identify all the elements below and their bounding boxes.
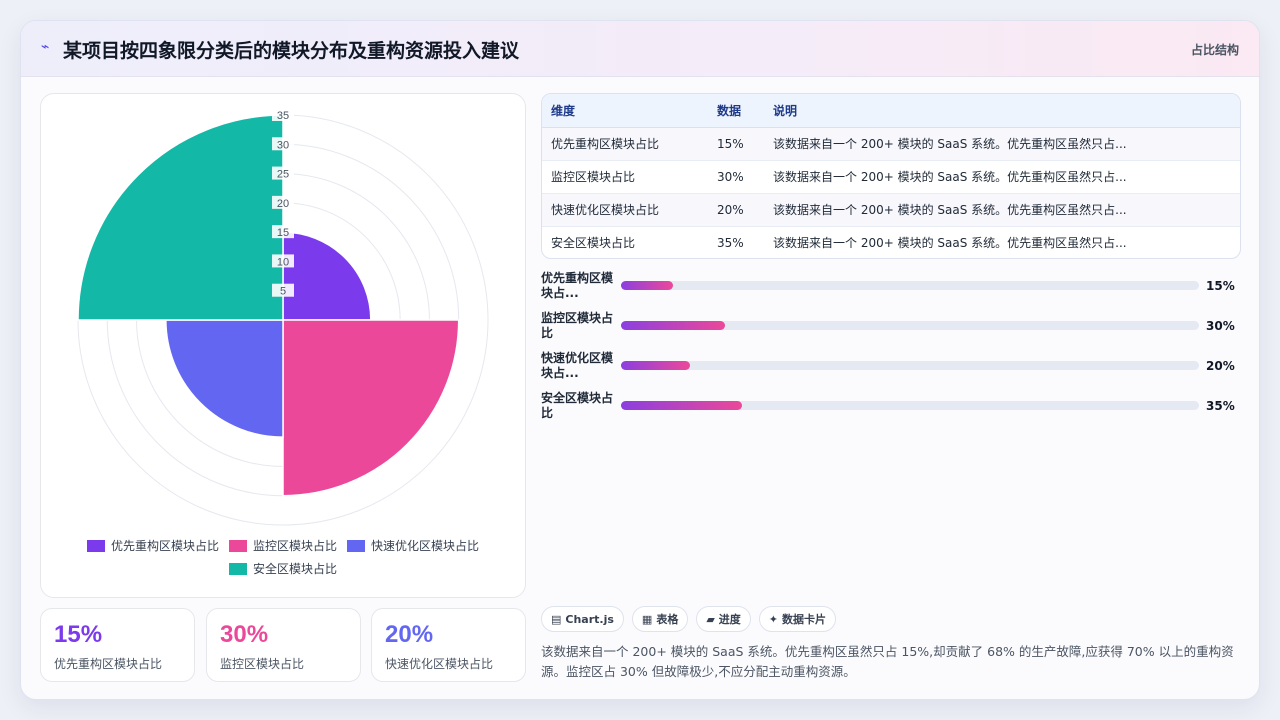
legend-swatch bbox=[228, 562, 247, 575]
tick-label: 30 bbox=[277, 139, 289, 151]
stat-card: 20% 快速优化区模块占比 bbox=[371, 608, 526, 682]
polar-sector bbox=[282, 319, 460, 497]
stat-value: 30% bbox=[220, 621, 269, 648]
table-cell: 20% bbox=[708, 193, 764, 227]
progress-track bbox=[621, 281, 1199, 290]
progress-row: 优先重构区模块占... 15% bbox=[541, 269, 1241, 309]
table-row: 快速优化区模块占比 20% 该数据来自一个 200+ 模块的 SaaS 系统。优… bbox=[542, 193, 1240, 227]
progress-row: 监控区模块占比 30% bbox=[541, 309, 1241, 349]
column-header: 维度 bbox=[542, 94, 708, 128]
table-cell: 该数据来自一个 200+ 模块的 SaaS 系统。优先重构区虽然只占... bbox=[773, 236, 1127, 251]
table-cell: 15% bbox=[708, 127, 764, 161]
progress-percent: 35% bbox=[1206, 399, 1235, 413]
table-cell: 优先重构区模块占比 bbox=[542, 127, 708, 161]
progress-label: 快速优化区模块占... bbox=[541, 351, 614, 380]
chip-data-cards[interactable]: ✦ 数据卡片 bbox=[758, 606, 837, 632]
chip-label: 进度 bbox=[718, 613, 741, 626]
progress-track bbox=[621, 401, 1199, 410]
table-cell: 该数据来自一个 200+ 模块的 SaaS 系统。优先重构区虽然只占... bbox=[764, 127, 1240, 161]
header: ⌁ 某项目按四象限分类后的模块分布及重构资源投入建议 占比结构 bbox=[21, 21, 1259, 77]
legend-item[interactable]: 优先重构区模块占比 bbox=[86, 537, 219, 554]
polar-sector bbox=[282, 231, 372, 321]
legend-label: 快速优化区模块占比 bbox=[371, 539, 480, 553]
stat-label: 快速优化区模块占比 bbox=[385, 657, 494, 671]
progress-percent: 30% bbox=[1206, 319, 1235, 333]
chart-icon: ▤ bbox=[551, 612, 562, 626]
polar-chart-panel: 5 10 15 20 25 30 35 优先重构区模块占比 监控区模块占比 快速优化区模块占… bbox=[40, 93, 526, 598]
progress-fill bbox=[621, 401, 743, 410]
polar-sector bbox=[77, 114, 284, 321]
tick-label: 25 bbox=[277, 169, 289, 181]
legend-swatch bbox=[86, 539, 105, 552]
progress-icon: ▰ bbox=[706, 612, 715, 626]
legend-label: 优先重构区模块占比 bbox=[110, 539, 219, 553]
stat-value: 20% bbox=[385, 621, 434, 648]
progress-percent: 20% bbox=[1206, 359, 1235, 373]
tick-label: 15 bbox=[277, 227, 289, 239]
table-row: 安全区模块占比 35% 该数据来自一个 200+ 模块的 SaaS 系统。优先重… bbox=[542, 226, 1240, 258]
progress-label: 安全区模块占比 bbox=[541, 391, 614, 420]
progress-percent: 15% bbox=[1206, 279, 1235, 293]
stat-value: 15% bbox=[54, 621, 103, 648]
progress-label: 优先重构区模块占... bbox=[541, 271, 614, 300]
progress-list: 优先重构区模块占... 15% 监控区模块占比 30% 快速优化区模块占... … bbox=[541, 269, 1241, 429]
chip-label: 表格 bbox=[656, 613, 679, 626]
table-cell: 监控区模块占比 bbox=[542, 160, 708, 194]
tick-label: 5 bbox=[280, 286, 286, 298]
polar-sector bbox=[165, 319, 284, 438]
tick-label: 20 bbox=[277, 198, 289, 210]
legend-swatch bbox=[228, 539, 247, 552]
summary-text: 该数据来自一个 200+ 模块的 SaaS 系统。优先重构区虽然只占 15%,却… bbox=[541, 644, 1234, 679]
tick-label: 35 bbox=[277, 110, 289, 122]
table-cell: 该数据来自一个 200+ 模块的 SaaS 系统。优先重构区虽然只占... bbox=[764, 193, 1240, 227]
dashboard-card: ⌁ 某项目按四象限分类后的模块分布及重构资源投入建议 占比结构 5 10 15 20 2… bbox=[20, 20, 1260, 700]
column-header: 说明 bbox=[764, 94, 1240, 128]
progress-track bbox=[621, 361, 1199, 370]
stat-label: 监控区模块占比 bbox=[220, 657, 305, 671]
view-chips: ▤ Chart.js ▦ 表格 ▰ 进度 ✦ 数据卡片 bbox=[541, 606, 837, 632]
data-table: 维度 数据 说明 优先重构区模块占比 15% 该数据来自一个 200+ 模块的 … bbox=[541, 93, 1241, 259]
table-row: 监控区模块占比 30% 该数据来自一个 200+ 模块的 SaaS 系统。优先重… bbox=[542, 160, 1240, 194]
stat-card: 30% 监控区模块占比 bbox=[206, 608, 361, 682]
chart-legend: 优先重构区模块占比 监控区模块占比 快速优化区模块占比 安全区模块占比 bbox=[41, 537, 525, 577]
chip-table[interactable]: ▦ 表格 bbox=[631, 606, 689, 632]
legend-item[interactable]: 安全区模块占比 bbox=[228, 560, 337, 577]
table-header-row: 维度 数据 说明 bbox=[542, 94, 1240, 128]
stat-card: 15% 优先重构区模块占比 bbox=[40, 608, 195, 682]
chip-chartjs[interactable]: ▤ Chart.js bbox=[541, 606, 624, 632]
sparkle-icon: ✦ bbox=[768, 612, 779, 626]
sparkline-icon: ⌁ bbox=[41, 39, 50, 55]
tick-label: 10 bbox=[277, 256, 289, 268]
column-header: 数据 bbox=[708, 94, 764, 128]
table-cell: 安全区模块占比 bbox=[551, 236, 636, 251]
progress-fill bbox=[621, 361, 691, 370]
page-title: 某项目按四象限分类后的模块分布及重构资源投入建议 bbox=[63, 40, 520, 62]
chip-label: 数据卡片 bbox=[782, 613, 827, 626]
progress-row: 快速优化区模块占... 20% bbox=[541, 349, 1241, 389]
header-tag[interactable]: 占比结构 bbox=[1191, 41, 1239, 58]
table-icon: ▦ bbox=[641, 612, 653, 626]
progress-fill bbox=[621, 321, 726, 330]
legend-swatch bbox=[347, 539, 365, 552]
table-cell: 该数据来自一个 200+ 模块的 SaaS 系统。优先重构区虽然只占... bbox=[764, 160, 1240, 194]
chip-label: Chart.js bbox=[565, 612, 614, 626]
progress-fill bbox=[621, 281, 674, 290]
table-cell: 30% bbox=[708, 160, 764, 194]
table-cell: 快速优化区模块占比 bbox=[542, 193, 708, 227]
table-row: 优先重构区模块占比 15% 该数据来自一个 200+ 模块的 SaaS 系统。优… bbox=[542, 127, 1240, 161]
progress-track bbox=[621, 321, 1199, 330]
legend-label: 监控区模块占比 bbox=[252, 539, 337, 553]
legend-item[interactable]: 快速优化区模块占比 bbox=[347, 537, 479, 554]
polar-area-chart: 5 10 15 20 25 30 35 bbox=[77, 108, 489, 526]
progress-label: 监控区模块占比 bbox=[541, 311, 614, 340]
table-cell: 35% bbox=[717, 235, 744, 250]
stat-label: 优先重构区模块占比 bbox=[54, 657, 163, 671]
chip-progress[interactable]: ▰ 进度 bbox=[696, 606, 751, 632]
progress-row: 安全区模块占比 35% bbox=[541, 389, 1241, 429]
legend-label: 安全区模块占比 bbox=[252, 562, 337, 576]
legend-item[interactable]: 监控区模块占比 bbox=[228, 537, 337, 554]
